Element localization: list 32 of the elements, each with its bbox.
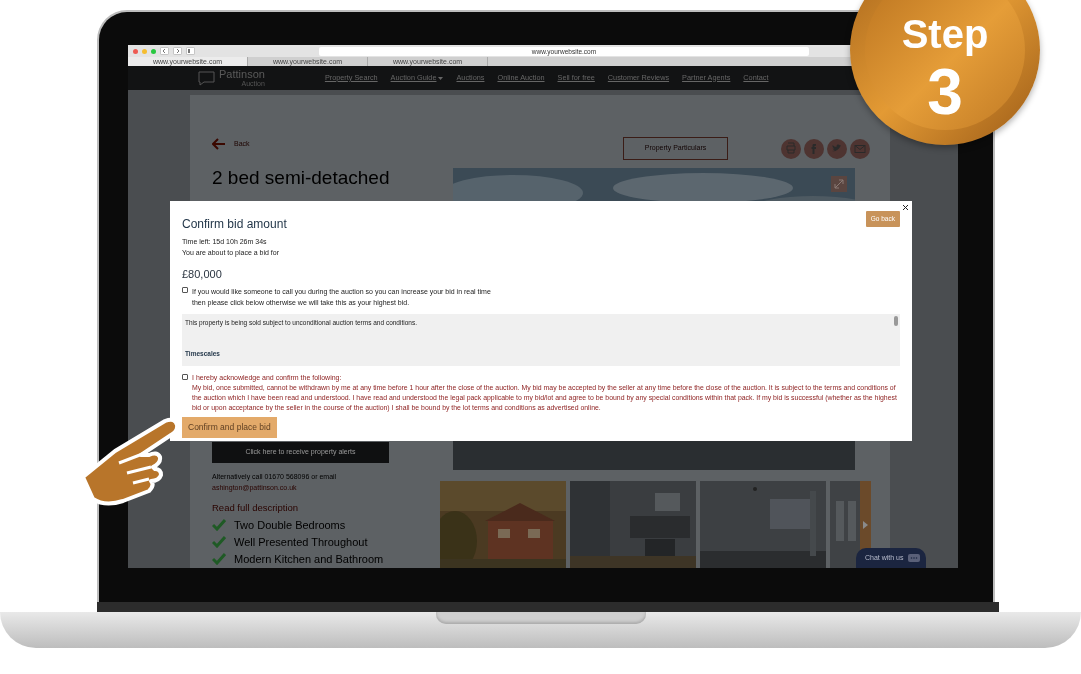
window-control-dot[interactable] bbox=[151, 48, 156, 54]
check-icon bbox=[212, 519, 226, 532]
speech-bubble-icon bbox=[198, 70, 215, 86]
sidebar-icon[interactable] bbox=[186, 47, 195, 55]
window-control-dot[interactable] bbox=[142, 48, 147, 54]
step-number: 3 bbox=[927, 60, 963, 124]
bid-amount: £80,000 bbox=[182, 267, 223, 282]
facebook-icon[interactable] bbox=[804, 138, 824, 159]
check-icon bbox=[212, 536, 226, 549]
step-label: Step bbox=[901, 14, 989, 54]
arrow-left-icon bbox=[212, 138, 226, 150]
forward-icon[interactable] bbox=[173, 47, 182, 55]
feature-text: Well Presented Throughout bbox=[234, 535, 368, 550]
modal-title: Confirm bid amount bbox=[182, 216, 287, 233]
close-icon[interactable] bbox=[902, 204, 909, 211]
expand-icon[interactable] bbox=[831, 176, 847, 192]
checkbox[interactable] bbox=[182, 286, 188, 293]
chat-icon bbox=[907, 553, 920, 563]
listing-title: 2 bed semi-detached bbox=[212, 166, 391, 189]
window-control-dot[interactable] bbox=[133, 48, 138, 54]
feature-text: Modern Kitchen and Bathroom bbox=[234, 552, 384, 567]
bird-icon[interactable] bbox=[827, 138, 847, 159]
check-icon bbox=[212, 553, 226, 566]
checkbox[interactable] bbox=[182, 373, 188, 380]
mail-icon[interactable] bbox=[850, 138, 870, 159]
logo-text: Pattinson bbox=[219, 69, 265, 80]
confirm-bid-button[interactable]: Confirm and place bid bbox=[182, 417, 277, 438]
feature-text: Two Double Bedrooms bbox=[234, 518, 346, 533]
scrollbar[interactable] bbox=[894, 315, 898, 326]
print-icon[interactable] bbox=[781, 138, 801, 159]
description-link[interactable]: Read full description bbox=[212, 501, 412, 516]
back-icon[interactable] bbox=[160, 47, 169, 55]
